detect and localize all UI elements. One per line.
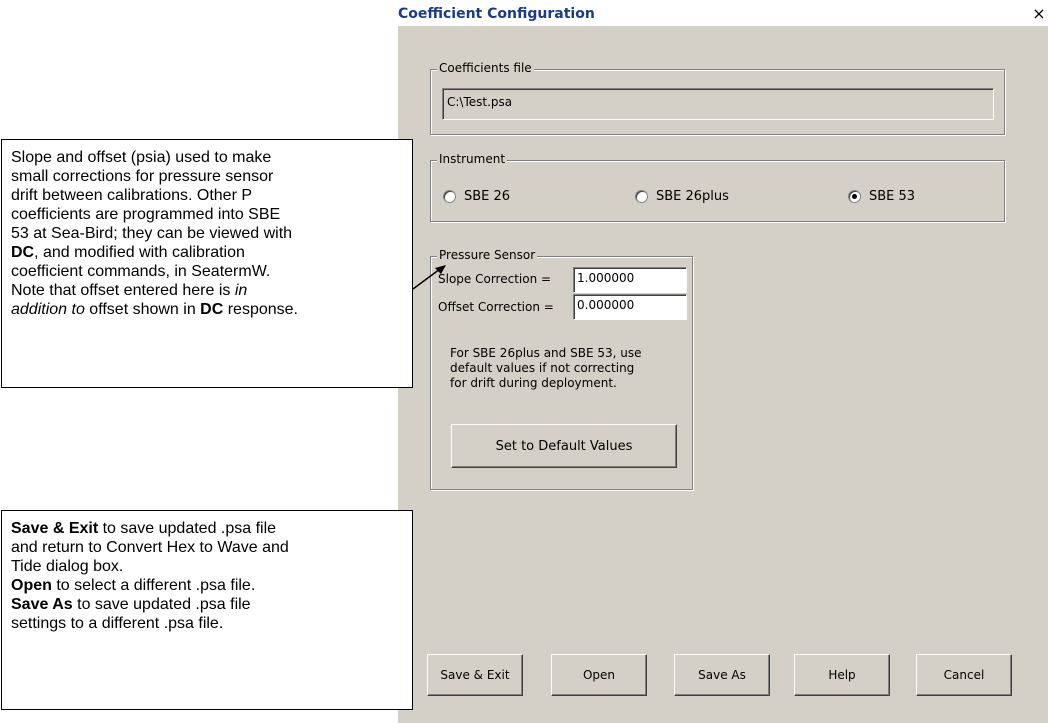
radio-button-icon[interactable]: [635, 190, 648, 203]
note-line: for drift during deployment.: [450, 376, 617, 390]
pressure-sensor-legend: Pressure Sensor: [437, 248, 538, 262]
radio-sbe-26[interactable]: SBE 26: [443, 189, 510, 204]
save-exit-button[interactable]: Save & Exit: [427, 654, 523, 696]
coefficients-file-legend: Coefficients file: [437, 61, 534, 75]
callout-line: drift between calibrations. Other P: [11, 187, 253, 204]
callout-line: Note that offset entered here is in: [11, 282, 248, 299]
title-bar: Coefficient Configuration ×: [398, 0, 1048, 26]
radio-sbe-26-label: SBE 26: [464, 189, 511, 204]
callout-line: Open to select a different .psa file.: [11, 577, 256, 594]
default-values-note: For SBE 26plus and SBE 53, use default v…: [450, 346, 641, 391]
note-line: default values if not correcting: [450, 361, 635, 375]
offset-correction-input[interactable]: 0.000000: [573, 294, 687, 320]
save-as-button[interactable]: Save As: [674, 654, 770, 696]
open-button[interactable]: Open: [551, 654, 647, 696]
radio-button-icon[interactable]: [443, 190, 456, 203]
radio-sbe-53-label: SBE 53: [869, 189, 916, 204]
radio-sbe-26plus[interactable]: SBE 26plus: [635, 189, 729, 204]
callout-line: Slope and offset (psia) used to make: [11, 149, 272, 166]
callout-line: settings to a different .psa file.: [11, 615, 224, 632]
radio-sbe-26plus-label: SBE 26plus: [656, 189, 729, 204]
pressure-sensor-group: Pressure Sensor Slope Correction = 1.000…: [430, 248, 693, 490]
callout-line: DC, and modified with calibration: [11, 244, 245, 261]
callout-line: 53 at Sea-Bird; they can be viewed with: [11, 225, 293, 242]
radio-sbe-53[interactable]: SBE 53: [848, 189, 915, 204]
radio-button-selected-icon[interactable]: [848, 190, 861, 203]
instrument-legend: Instrument: [437, 152, 508, 166]
instrument-group: Instrument SBE 26 SBE 26plus SBE 53: [430, 152, 1005, 222]
coefficients-file-group: Coefficients file C:\Test.psa: [430, 61, 1005, 135]
buttons-callout: Save & Exit to save updated .psa file an…: [1, 510, 413, 710]
window-title: Coefficient Configuration: [398, 6, 595, 22]
offset-correction-label: Offset Correction =: [438, 300, 554, 314]
help-button[interactable]: Help: [794, 654, 890, 696]
callout-arrow-icon: [412, 265, 446, 290]
radio-dot: [852, 194, 857, 199]
slope-correction-input[interactable]: 1.000000: [573, 267, 687, 293]
note-line: For SBE 26plus and SBE 53, use: [450, 346, 642, 360]
cancel-button[interactable]: Cancel: [916, 654, 1012, 696]
set-to-default-values-button[interactable]: Set to Default Values: [451, 424, 677, 468]
callout-line: and return to Convert Hex to Wave and: [11, 539, 289, 556]
callout-line: Tide dialog box.: [11, 558, 124, 575]
callout-line: coefficients are programmed into SBE: [11, 206, 281, 223]
slope-correction-label: Slope Correction =: [438, 272, 552, 286]
callout-line: coefficient commands, in SeatermW.: [11, 263, 271, 280]
coefficients-file-path-value: C:\Test.psa: [447, 95, 513, 109]
callout-line: addition to offset shown in DC response.: [11, 301, 298, 318]
callout-line: Save & Exit to save updated .psa file: [11, 520, 277, 537]
callout-line: small corrections for pressure sensor: [11, 168, 274, 185]
callout-line: Save As to save updated .psa file: [11, 596, 251, 613]
close-icon[interactable]: ×: [1032, 6, 1046, 22]
coefficients-file-path-field: C:\Test.psa: [442, 88, 994, 120]
pressure-callout: Slope and offset (psia) used to make sma…: [1, 139, 413, 388]
coefficient-configuration-dialog: Coefficient Configuration × Coefficients…: [398, 0, 1048, 723]
